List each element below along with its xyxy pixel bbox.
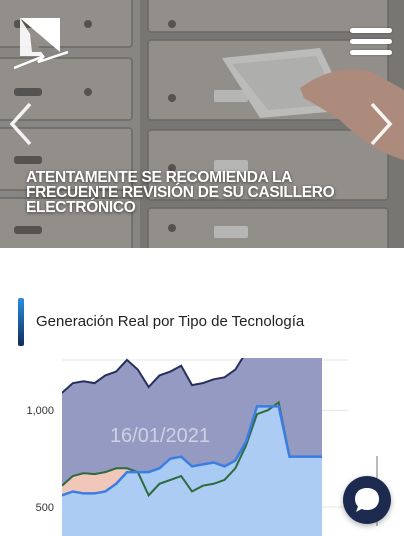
y-tick-label: 1,000 [26,405,54,417]
chart-section: Generación Real por Tipo de Tecnología 1… [0,248,404,536]
company-logo[interactable] [14,16,68,70]
carousel-next-icon[interactable] [366,100,396,148]
chat-bubble-icon [355,488,379,512]
hero-caption: ATENTAMENTE SE RECOMIENDA LA FRECUENTE R… [26,169,335,216]
menu-bar [350,50,392,55]
hamburger-menu-button[interactable] [350,28,392,58]
carousel-prev-icon[interactable] [6,100,36,148]
chart-title: Generación Real por Tipo de Tecnología [36,313,305,330]
chat-button[interactable] [343,476,391,524]
title-accent-bar [18,298,24,346]
menu-bar [350,28,392,33]
y-tick-label: 500 [36,502,54,514]
menu-bar [350,39,392,44]
hero-banner: ATENTAMENTE SE RECOMIENDA LA FRECUENTE R… [0,0,404,248]
chart-watermark: 16/01/2021 [110,425,210,447]
